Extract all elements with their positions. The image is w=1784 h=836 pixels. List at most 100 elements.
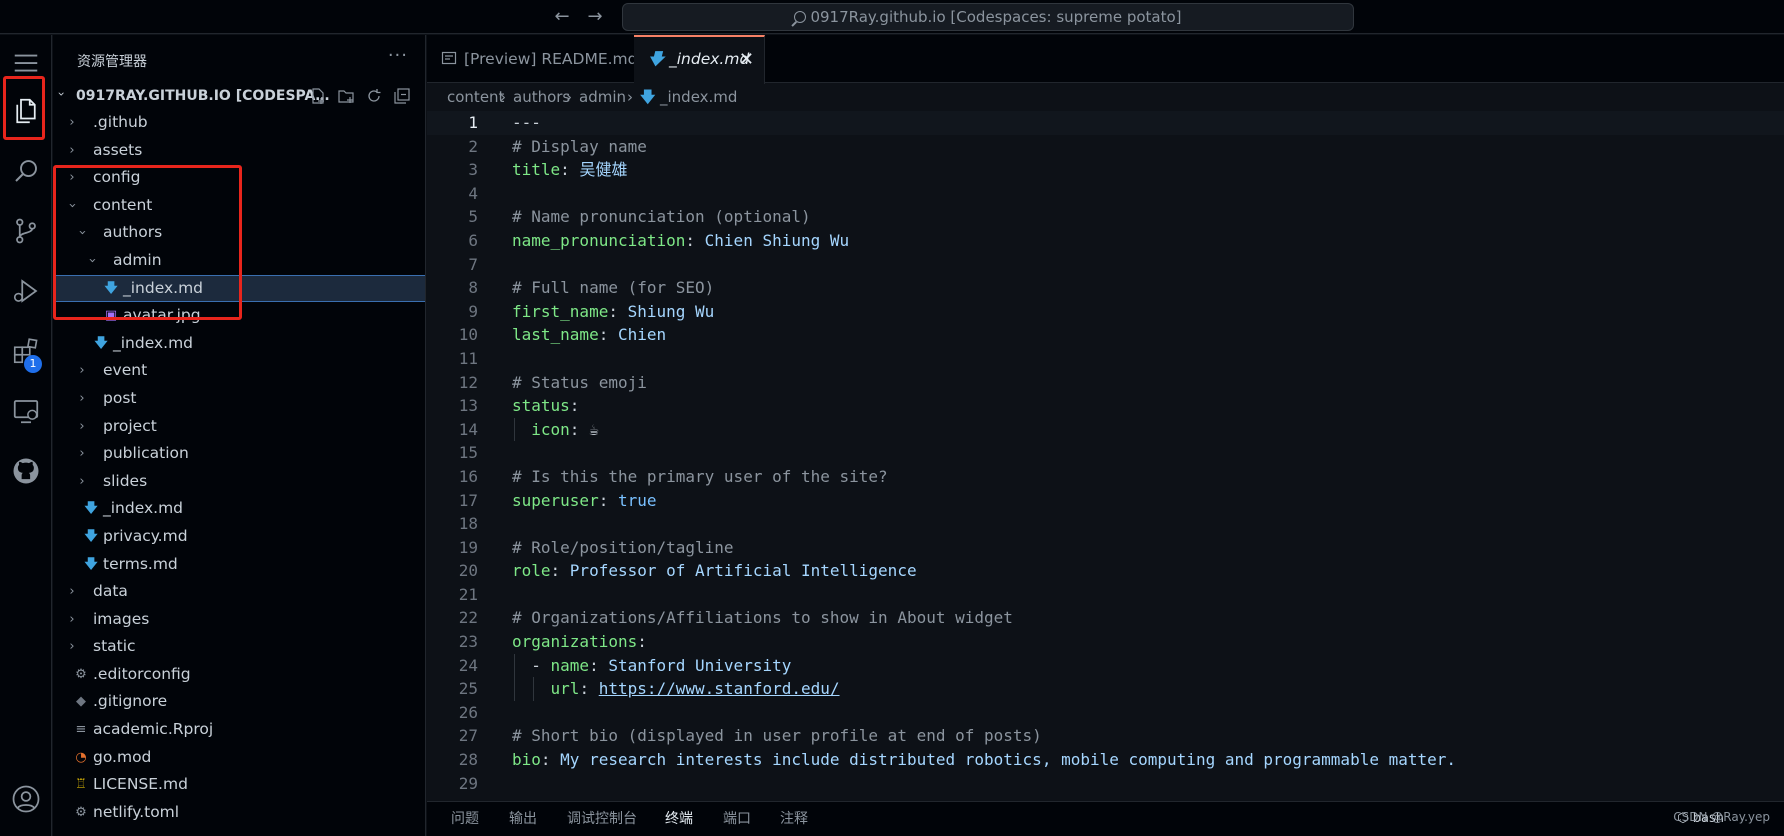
tree-item-label: LICENSE.md xyxy=(93,775,188,794)
menu-button[interactable] xyxy=(0,39,52,87)
tree-file[interactable]: 🡇 _index.md xyxy=(53,495,425,523)
tree-file[interactable]: ♖ LICENSE.md xyxy=(53,771,425,799)
code-text: role: Professor of Artificial Intelligen… xyxy=(512,559,917,583)
tree-file[interactable]: ▣ avatar.jpg xyxy=(53,302,425,330)
tree-item-label: assets xyxy=(93,140,143,159)
tree-folder[interactable]: › content xyxy=(53,192,425,220)
chevron-right-icon: › xyxy=(69,170,75,186)
code-line: 23 organizations: xyxy=(427,630,1784,654)
tree-file[interactable]: 🡇 privacy.md xyxy=(53,523,425,551)
code-line: 11 xyxy=(427,347,1784,371)
chevron-down-icon: › xyxy=(64,202,80,208)
code-token: name xyxy=(550,655,590,675)
tree-folder[interactable]: › static xyxy=(53,633,425,661)
activity-remote-explorer[interactable] xyxy=(0,387,52,435)
panel-tab-debug-console[interactable]: 调试控制台 xyxy=(567,802,637,836)
tree-folder[interactable]: › assets xyxy=(53,137,425,165)
activity-extensions[interactable]: 1 xyxy=(0,327,52,375)
code-text: # Is this the primary user of the site? xyxy=(512,465,888,489)
remote-explorer-icon xyxy=(13,400,39,424)
tree-folder[interactable]: › publication xyxy=(53,440,425,468)
code-token: : xyxy=(540,750,561,770)
command-center-search[interactable]: 0917Ray.github.io [Codespaces: supreme p… xyxy=(622,3,1354,31)
code-editor[interactable]: 1 --- 2 # Display name 3 title: 吴健雄 4 5 # Name p… xyxy=(427,111,1784,801)
tree-folder[interactable]: › post xyxy=(53,385,425,413)
tab-index-md[interactable]: 🡇 _index.md ✕ xyxy=(634,35,765,84)
markdown-icon: 🡇 xyxy=(648,50,664,68)
activity-accounts[interactable] xyxy=(0,775,52,823)
activity-github[interactable] xyxy=(0,447,52,495)
tree-file[interactable]: ◆ .gitignore xyxy=(53,688,425,716)
tab-preview-readme[interactable]: [Preview] README.md xyxy=(427,35,640,83)
file-tree: › .github › assets › config › content › authors › a… xyxy=(53,109,425,827)
line-number: 25 xyxy=(458,679,478,699)
panel-tab-comments[interactable]: 注释 xyxy=(780,802,808,836)
tree-file[interactable]: ◔ go.mod xyxy=(53,744,425,772)
line-number: 2 xyxy=(468,136,478,156)
code-text: organizations: xyxy=(512,630,647,654)
code-line: 29 xyxy=(427,772,1784,796)
close-icon[interactable]: ✕ xyxy=(739,37,754,82)
collapse-all-icon[interactable] xyxy=(391,85,413,107)
refresh-icon[interactable] xyxy=(363,85,385,107)
code-line: 19 # Role/position/tagline xyxy=(427,536,1784,560)
tree-folder[interactable]: › project xyxy=(53,413,425,441)
code-token: status xyxy=(512,396,570,416)
code-token: - xyxy=(512,655,551,675)
line-number: 28 xyxy=(458,750,478,770)
activity-search[interactable] xyxy=(0,147,52,195)
code-text: title: 吴健雄 xyxy=(512,158,627,182)
activity-run-debug[interactable] xyxy=(0,267,52,315)
new-folder-icon[interactable] xyxy=(335,85,357,107)
tree-item-label: data xyxy=(93,582,128,601)
tree-file[interactable]: 🡇 terms.md xyxy=(53,551,425,579)
tree-folder[interactable]: › event xyxy=(53,357,425,385)
tree-folder[interactable]: › slides xyxy=(53,468,425,496)
tree-folder[interactable]: › .github xyxy=(53,109,425,137)
code-text: --- xyxy=(512,111,541,135)
new-file-icon[interactable] xyxy=(307,85,329,107)
tree-folder[interactable]: › data xyxy=(53,578,425,606)
tree-folder[interactable]: › images xyxy=(53,606,425,634)
code-line: 27 # Short bio (displayed in user profile… xyxy=(427,724,1784,748)
tree-folder[interactable]: › admin xyxy=(53,247,425,275)
tree-file[interactable]: ⚙ netlify.toml xyxy=(53,799,425,827)
sidebar-header: 资源管理器 ··· xyxy=(53,35,425,85)
line-number: 9 xyxy=(468,301,478,321)
tree-folder[interactable]: › authors xyxy=(53,219,425,247)
code-line: 25 url: https://www.stanford.edu/ xyxy=(427,677,1784,701)
line-number: 27 xyxy=(458,726,478,746)
breadcrumb-item[interactable]: content xyxy=(447,83,504,111)
hamburger-icon xyxy=(14,54,38,72)
line-number: 15 xyxy=(458,443,478,463)
tree-file[interactable]: 🡇 _index.md xyxy=(53,274,425,303)
panel-tab-output[interactable]: 输出 xyxy=(509,802,537,836)
code-token[interactable]: https://www.stanford.edu/ xyxy=(599,679,840,698)
arrow-left-icon[interactable]: ← xyxy=(551,6,573,28)
tree-folder[interactable]: › config xyxy=(53,164,425,192)
panel-tab-terminal[interactable]: 终端 xyxy=(665,802,693,836)
code-text: # Name pronunciation (optional) xyxy=(512,205,811,229)
tree-file[interactable]: ≡ academic.Rproj xyxy=(53,716,425,744)
panel-tab-problems[interactable]: 问题 xyxy=(451,802,479,836)
chevron-right-icon: › xyxy=(627,88,633,106)
more-actions-icon[interactable]: ··· xyxy=(388,45,408,66)
tree-file[interactable]: ⚙ .editorconfig xyxy=(53,661,425,689)
line-number: 5 xyxy=(468,207,478,227)
line-number: 13 xyxy=(458,396,478,416)
workspace-root[interactable]: › 0917RAY.GITHUB.IO [CODESPACES: SUPREME… xyxy=(53,83,425,109)
panel-tab-ports[interactable]: 端口 xyxy=(723,802,751,836)
editor-tabs: [Preview] README.md 🡇 _index.md ✕ xyxy=(427,35,1784,84)
breadcrumb-item[interactable]: authors xyxy=(513,83,570,111)
breadcrumb-item[interactable]: _index.md xyxy=(660,83,737,111)
tree-item-label: .editorconfig xyxy=(93,664,191,683)
breadcrumb-item[interactable]: admin xyxy=(579,83,626,111)
tree-file[interactable]: 🡇 _index.md xyxy=(53,330,425,358)
activity-source-control[interactable] xyxy=(0,207,52,255)
arrow-right-icon[interactable]: → xyxy=(584,6,606,28)
code-text: # Full name (for SEO) xyxy=(512,276,714,300)
line-number: 6 xyxy=(468,230,478,250)
go-mod-icon: ◔ xyxy=(75,749,87,765)
code-line: 28 bio: My research interests include dis… xyxy=(427,748,1784,772)
activity-explorer[interactable] xyxy=(0,87,52,135)
